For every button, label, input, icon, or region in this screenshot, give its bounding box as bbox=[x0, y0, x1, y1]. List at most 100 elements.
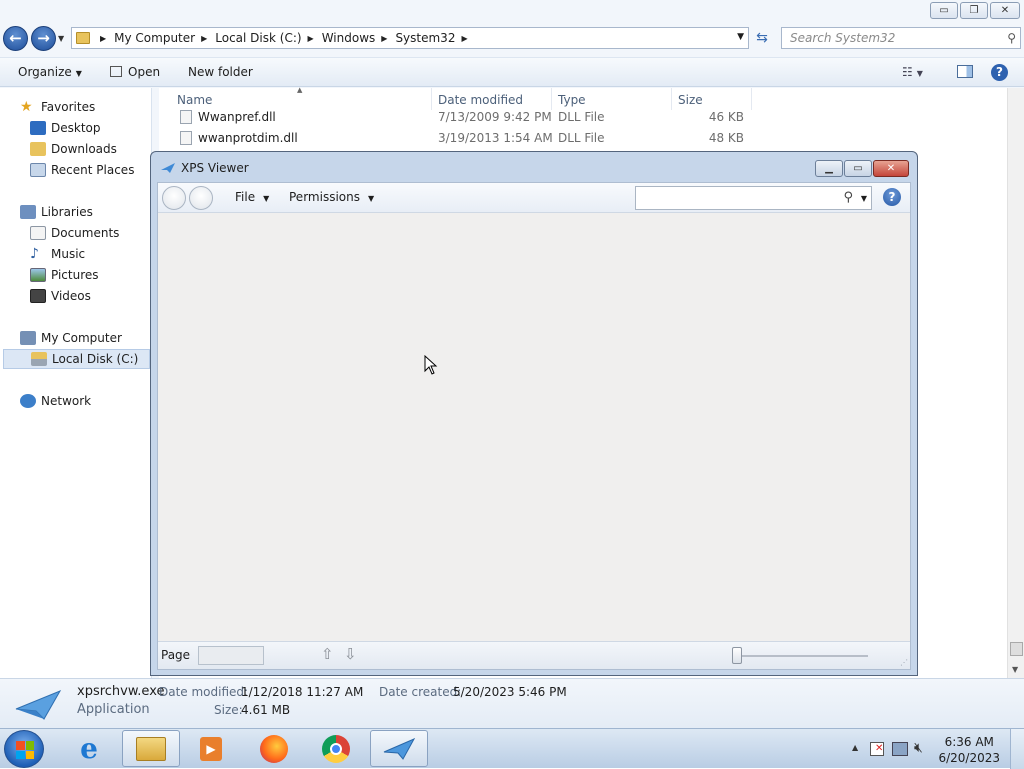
firefox-icon bbox=[260, 734, 288, 763]
taskbar-chrome[interactable] bbox=[307, 730, 365, 767]
action-center-icon[interactable]: ✕ bbox=[870, 742, 884, 756]
drive-icon bbox=[31, 352, 47, 366]
refresh-icon[interactable]: ⇆ bbox=[752, 29, 772, 49]
desktop-icon bbox=[30, 121, 46, 135]
folder-icon bbox=[136, 736, 166, 761]
taskbar-windows-explorer[interactable] bbox=[122, 730, 180, 767]
resize-grip-icon[interactable]: ⋰ bbox=[900, 658, 908, 667]
clock[interactable]: 6:36 AM 6/20/2023 bbox=[938, 734, 1000, 766]
preview-pane-icon[interactable] bbox=[957, 65, 973, 81]
recent-pages-dropdown-icon[interactable]: ▼ bbox=[58, 34, 64, 43]
taskbar-firefox[interactable] bbox=[245, 730, 303, 767]
help-icon[interactable]: ? bbox=[991, 64, 1008, 81]
nav-recent-places[interactable]: Recent Places bbox=[30, 160, 134, 180]
clock-time: 6:36 AM bbox=[944, 735, 994, 749]
breadcrumb-system32[interactable]: System32 ▶ bbox=[395, 31, 475, 45]
xps-back-button[interactable] bbox=[162, 186, 186, 210]
back-button[interactable]: ← bbox=[3, 26, 28, 51]
file-size: 46 KB bbox=[708, 110, 744, 124]
windows-logo-icon bbox=[16, 741, 34, 759]
taskbar-xps-viewer[interactable] bbox=[370, 730, 428, 767]
column-date-modified[interactable]: Date modified bbox=[438, 93, 523, 107]
folder-icon bbox=[76, 32, 90, 44]
address-bar[interactable]: ▶ My Computer ▶ Local Disk (C:) ▶ Windows ▶… bbox=[71, 27, 749, 49]
scroll-down-icon[interactable]: ▼ bbox=[1012, 665, 1018, 674]
pictures-icon bbox=[30, 268, 46, 282]
nav-my-computer[interactable]: My Computer bbox=[20, 328, 122, 348]
file-menu[interactable]: File ▼ bbox=[235, 190, 269, 204]
recent-places-icon bbox=[30, 163, 46, 177]
star-icon: ★ bbox=[20, 99, 33, 115]
volume-muted-icon[interactable]: 🔇︎ bbox=[914, 740, 923, 756]
column-name[interactable]: Name bbox=[177, 93, 212, 107]
next-page-icon[interactable]: ⇩ bbox=[344, 645, 357, 663]
new-folder-button[interactable]: New folder bbox=[188, 65, 253, 79]
column-type[interactable]: Type bbox=[558, 93, 586, 107]
xps-help-button[interactable]: ? bbox=[883, 188, 901, 206]
breadcrumb-my-computer[interactable]: My Computer ▶ bbox=[114, 31, 215, 45]
details-filename: xpsrchvw.exe bbox=[77, 684, 165, 699]
nav-favorites[interactable]: ★ Favorites bbox=[20, 97, 95, 117]
xps-title-bar[interactable]: XPS Viewer bbox=[161, 161, 249, 175]
breadcrumb-local-disk[interactable]: Local Disk (C:) ▶ bbox=[215, 31, 321, 45]
libraries-icon bbox=[20, 205, 36, 219]
page-label: Page bbox=[161, 648, 191, 662]
breadcrumb-windows[interactable]: Windows ▶ bbox=[322, 31, 396, 45]
nav-documents[interactable]: Documents bbox=[30, 223, 119, 243]
nav-music[interactable]: ♪ Music bbox=[30, 244, 85, 264]
music-icon: ♪ bbox=[30, 246, 39, 262]
xps-title: XPS Viewer bbox=[181, 161, 249, 175]
file-row[interactable]: Wwanpref.dll 7/13/2009 9:42 PM DLL File … bbox=[177, 107, 757, 127]
computer-icon bbox=[20, 331, 36, 345]
close-button[interactable]: ✕ bbox=[990, 2, 1020, 19]
xps-title-icon bbox=[161, 163, 175, 173]
start-button[interactable] bbox=[4, 730, 44, 768]
column-size[interactable]: Size bbox=[678, 93, 703, 107]
nav-pictures[interactable]: Pictures bbox=[30, 265, 99, 285]
breadcrumb-arrow-icon[interactable]: ▶ bbox=[100, 34, 106, 43]
nav-libraries[interactable]: Libraries bbox=[20, 202, 93, 222]
zoom-slider-thumb[interactable] bbox=[732, 647, 742, 664]
forward-button[interactable]: → bbox=[31, 26, 56, 51]
zoom-slider-track[interactable] bbox=[735, 655, 868, 657]
xps-forward-button[interactable] bbox=[189, 186, 213, 210]
permissions-menu[interactable]: Permissions ▼ bbox=[289, 190, 374, 204]
xps-search-input[interactable]: ⚲ ▼ bbox=[635, 186, 872, 210]
search-input[interactable]: Search System32 ⚲ bbox=[781, 27, 1021, 49]
explorer-caption-buttons: ▭ ❐ ✕ bbox=[930, 2, 1020, 19]
documents-icon bbox=[30, 226, 46, 240]
nav-network[interactable]: Network bbox=[20, 391, 91, 411]
page-number-input[interactable] bbox=[198, 646, 264, 665]
restore-button[interactable]: ❐ bbox=[960, 2, 988, 19]
taskbar-media-player[interactable]: ▶ bbox=[182, 730, 240, 767]
file-row[interactable]: wwanprotdim.dll 3/19/2013 1:54 AM DLL Fi… bbox=[177, 128, 757, 148]
scrollbar-thumb[interactable] bbox=[1010, 642, 1023, 656]
xps-toolbar: File ▼ Permissions ▼ ⚲ ▼ ? bbox=[158, 183, 910, 213]
address-dropdown-icon[interactable]: ▼ bbox=[737, 32, 744, 42]
search-dropdown-icon[interactable]: ▼ bbox=[861, 194, 867, 203]
taskbar-internet-explorer[interactable]: e bbox=[60, 730, 118, 767]
document-area[interactable] bbox=[158, 213, 910, 641]
xps-close-button[interactable]: ✕ bbox=[873, 160, 909, 177]
file-date: 3/19/2013 1:54 AM bbox=[438, 131, 553, 145]
show-desktop-button[interactable] bbox=[1010, 729, 1024, 769]
network-tray-icon[interactable] bbox=[892, 742, 908, 756]
search-icon: ⚲ bbox=[1007, 31, 1016, 45]
open-button[interactable]: Open bbox=[110, 65, 160, 79]
view-options-icon[interactable]: ☷ ▼ bbox=[902, 65, 923, 79]
dll-file-icon bbox=[180, 110, 192, 124]
sort-arrow-icon: ▲ bbox=[297, 86, 303, 94]
xps-client-area: File ▼ Permissions ▼ ⚲ ▼ ? Page ⇧ ⇩ ⋰ bbox=[157, 182, 911, 670]
nav-local-disk[interactable]: Local Disk (C:) bbox=[3, 349, 150, 369]
nav-downloads[interactable]: Downloads bbox=[30, 139, 117, 159]
minimize-button[interactable]: ▭ bbox=[930, 2, 958, 19]
xps-minimize-button[interactable]: ▁ bbox=[815, 160, 843, 177]
details-pane: xpsrchvw.exe Application Date modified: … bbox=[0, 678, 1024, 728]
xps-maximize-button[interactable]: ▭ bbox=[844, 160, 872, 177]
nav-videos[interactable]: Videos bbox=[30, 286, 91, 306]
organize-button[interactable]: Organize ▼ bbox=[18, 65, 82, 79]
previous-page-icon[interactable]: ⇧ bbox=[321, 645, 334, 663]
nav-desktop[interactable]: Desktop bbox=[30, 118, 101, 138]
show-hidden-icons-icon[interactable]: ▲ bbox=[852, 743, 858, 752]
vertical-scrollbar[interactable]: ▼ bbox=[1007, 88, 1024, 678]
